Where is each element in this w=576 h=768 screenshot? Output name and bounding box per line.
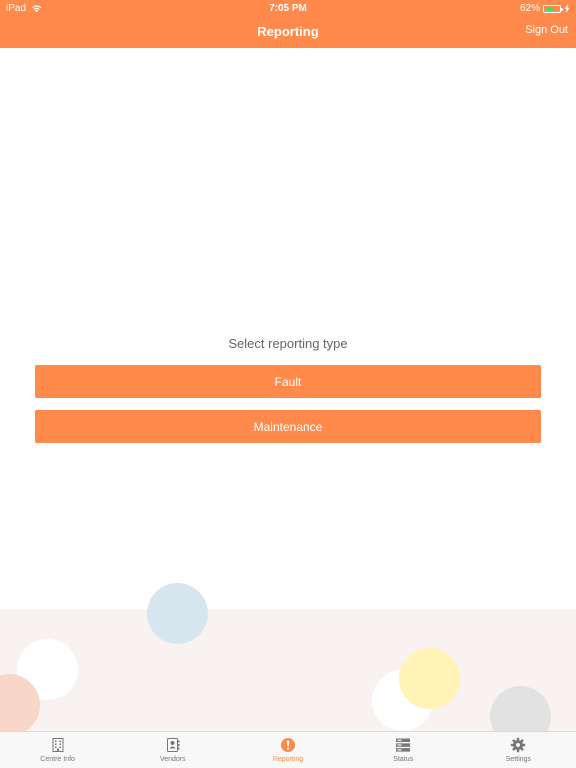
tab-label: Vendors [159,756,186,763]
fault-button[interactable]: Fault [35,365,541,398]
page-title: Reporting [257,24,319,39]
tab-vendors[interactable]: Vendors [115,732,230,768]
alert-circle-icon [281,738,295,752]
decorative-circle [147,583,208,644]
sign-out-button[interactable]: Sign Out [525,24,568,36]
tab-label: Reporting [272,756,304,763]
battery-level [545,6,554,11]
battery-icon [543,4,563,13]
charging-bolt-icon [564,4,570,13]
status-time: 7:05 PM [269,3,307,14]
header: iPad 7:05 PM 62% Reporting Sign Out [0,0,576,48]
tab-reporting[interactable]: Reporting [230,732,345,768]
server-stack-icon [396,738,411,752]
tab-settings[interactable]: Settings [461,732,576,768]
tab-label: Centre Info [40,756,75,763]
status-right: 62% [520,3,570,14]
reporting-prompt: Select reporting type [228,336,348,351]
tab-centre-info[interactable]: Centre Info [0,732,115,768]
gear-icon [511,737,526,753]
tab-status[interactable]: Status [346,732,461,768]
decorative-circle [490,686,551,731]
status-bar: iPad 7:05 PM 62% [0,0,576,16]
battery-percent: 62% [519,3,540,14]
tab-bar: Centre Info Vendors Reporting Status Set… [0,731,576,768]
tab-label: Settings [505,756,532,763]
maintenance-button[interactable]: Maintenance [35,410,541,443]
decorative-background [0,609,576,731]
tab-label: Status [393,756,414,763]
decorative-circle [399,648,460,709]
app-screen: iPad 7:05 PM 62% Reporting Sign Out Sele… [0,0,576,768]
building-icon [52,738,64,752]
contact-book-icon [166,738,180,752]
